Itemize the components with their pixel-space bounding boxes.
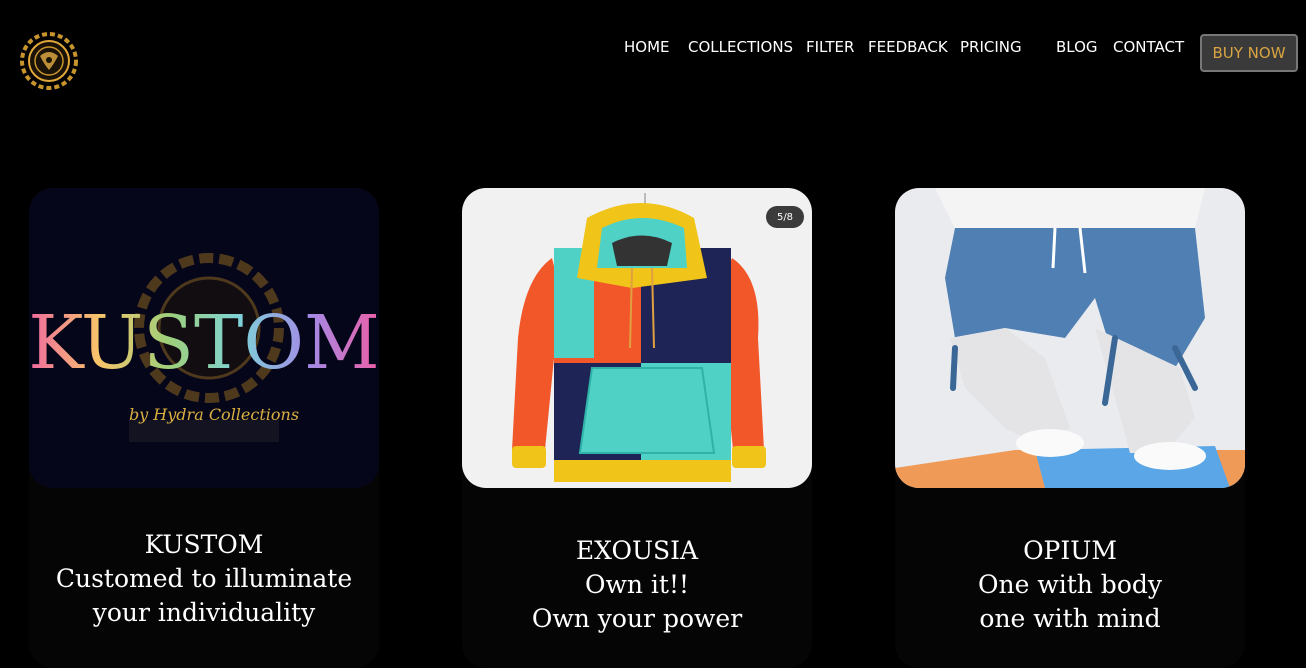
card-tagline: Own it!! xyxy=(584,570,690,599)
exousia-caption: EXOUSIA Own it!! Own your power xyxy=(462,534,812,636)
logo-emblem-icon xyxy=(20,32,78,90)
page: HOME COLLECTIONS FILTER FEEDBACK PRICING… xyxy=(0,0,1306,668)
image-counter-badge: 5/8 xyxy=(766,206,804,228)
nav-blog[interactable]: BLOG xyxy=(1056,38,1098,56)
collection-card-kustom[interactable]: KUSTOM by Hydra Collections KUSTOM Custo… xyxy=(29,188,379,668)
nav-collections[interactable]: COLLECTIONS xyxy=(688,38,793,56)
nav-filter[interactable]: FILTER xyxy=(806,38,854,56)
collection-card-exousia[interactable]: 5/8 EXOUSIA Own it!! Own your power xyxy=(462,188,812,668)
card-description: Own your power xyxy=(531,604,743,633)
card-title: OPIUM xyxy=(1023,536,1117,565)
kustom-image: KUSTOM by Hydra Collections xyxy=(29,188,379,488)
kustom-wordmark: KUSTOM xyxy=(29,300,379,386)
card-title: EXOUSIA xyxy=(575,536,699,565)
buy-now-button[interactable]: BUY NOW xyxy=(1200,34,1298,72)
kustom-byline: by Hydra Collections xyxy=(129,405,299,424)
nav-feedback[interactable]: FEEDBACK xyxy=(868,38,948,56)
hoodie-image: 5/8 xyxy=(462,188,812,488)
pants-image xyxy=(895,188,1245,488)
card-description: one with mind xyxy=(979,604,1161,633)
brand-logo[interactable] xyxy=(18,30,80,92)
nav-home[interactable]: HOME xyxy=(624,38,670,56)
nav-contact[interactable]: CONTACT xyxy=(1113,38,1184,56)
card-title: KUSTOM xyxy=(144,530,264,559)
collection-card-opium[interactable]: OPIUM One with body one with mind xyxy=(895,188,1245,668)
nav-pricing[interactable]: PRICING xyxy=(960,38,1022,56)
card-tagline: One with body xyxy=(977,570,1162,599)
card-description: Customed to illuminate your individualit… xyxy=(55,564,353,627)
opium-caption: OPIUM One with body one with mind xyxy=(895,534,1245,636)
kustom-caption: KUSTOM Customed to illuminate your indiv… xyxy=(29,528,379,630)
